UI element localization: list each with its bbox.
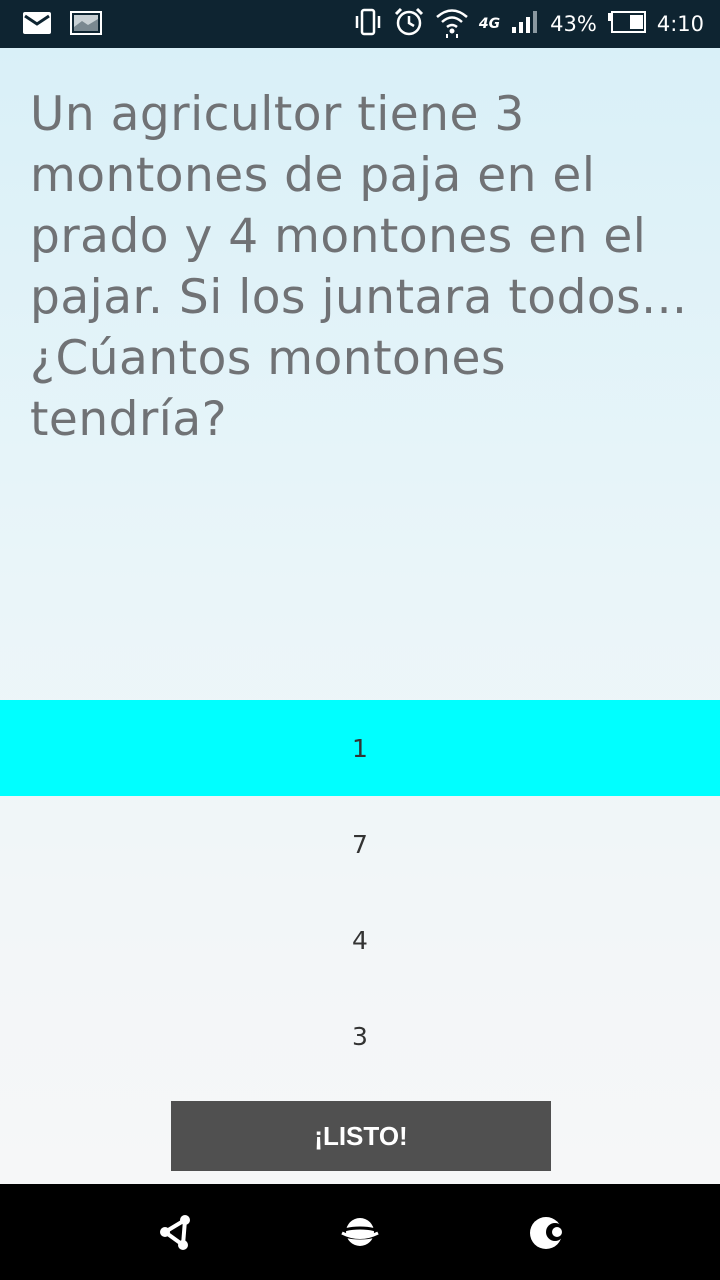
battery-percent: 43% <box>550 12 597 36</box>
planet-icon[interactable] <box>339 1212 381 1252</box>
answer-option-label: 7 <box>352 829 368 859</box>
answer-option-4[interactable]: 3 <box>0 988 720 1084</box>
answer-option-label: 4 <box>352 925 368 955</box>
moon-icon[interactable] <box>528 1212 568 1252</box>
answer-option-3[interactable]: 4 <box>0 892 720 988</box>
bottom-nav <box>0 1184 720 1280</box>
signal-icon <box>510 9 540 39</box>
answer-option-2[interactable]: 7 <box>0 796 720 892</box>
answer-option-1[interactable]: 1 <box>0 700 720 796</box>
share-icon[interactable] <box>157 1212 197 1252</box>
question-text: Un agricultor tiene 3 montones de paja e… <box>30 87 688 447</box>
status-bar: 4G 43% 4:10 <box>0 0 720 48</box>
answer-option-label: 1 <box>352 733 368 763</box>
answer-options: 1 7 4 3 <box>0 700 720 1084</box>
mail-icon <box>22 11 52 39</box>
quiz-screen: Un agricultor tiene 3 montones de paja e… <box>0 48 720 1184</box>
wifi-icon <box>435 6 469 42</box>
done-button[interactable]: ¡LISTO! <box>171 1101 551 1171</box>
clock-time: 4:10 <box>656 12 704 36</box>
answer-option-label: 3 <box>352 1021 368 1051</box>
image-icon <box>70 11 102 39</box>
network-type-label: 4G <box>478 16 501 32</box>
battery-icon <box>607 11 647 37</box>
vibrate-icon <box>353 7 383 41</box>
alarm-icon <box>393 6 425 42</box>
